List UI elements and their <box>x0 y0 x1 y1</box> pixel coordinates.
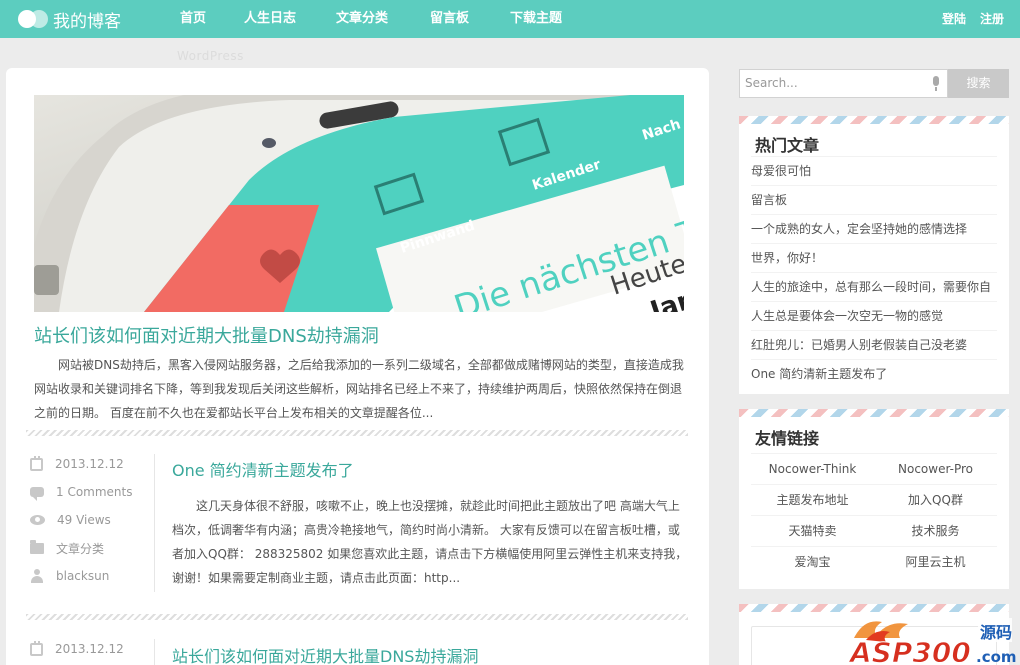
microphone-icon[interactable] <box>930 76 942 92</box>
meta-separator <box>154 639 155 665</box>
friend-link[interactable]: 阿里云主机 <box>874 546 997 577</box>
post-author[interactable]: blacksun <box>56 569 109 583</box>
search-button[interactable]: 搜索 <box>948 69 1009 98</box>
widget-stripe <box>739 116 1009 124</box>
main-content: Pinnwand Kalender Nach Die nächsten T He… <box>6 68 709 665</box>
friend-link[interactable]: Nocower-Pro <box>874 453 997 484</box>
post-category-row[interactable]: 文章分类 <box>30 534 150 562</box>
site-logo[interactable]: 我的博客 <box>18 7 121 32</box>
post-meta: 2013.12.12 <box>30 635 150 663</box>
friend-links-title: 友情链接 <box>755 429 820 448</box>
friend-links-widget: 友情链接 Nocower-Think Nocower-Pro 主题发布地址 加入… <box>739 409 1009 589</box>
friend-link[interactable]: 天猫特卖 <box>751 515 874 546</box>
nav-life-log[interactable]: 人生日志 <box>226 0 318 38</box>
nav-categories[interactable]: 文章分类 <box>318 0 412 38</box>
eye-icon <box>30 515 45 525</box>
featured-post-title[interactable]: 站长们该如何面对近期大批量DNS劫持漏洞 <box>34 322 379 348</box>
watermark-logo: ASP300 源码 .com <box>846 610 1020 665</box>
calendar-icon <box>30 455 43 471</box>
hot-post-item[interactable]: 红肚兜儿：已婚男人别老假装自己没老婆 <box>751 330 997 359</box>
site-title[interactable]: 我的博客 <box>53 7 121 32</box>
hot-post-item[interactable]: 人生的旅途中，总有那么一段时间，需要你自 <box>751 272 997 301</box>
hot-post-item[interactable]: One 简约清新主题发布了 <box>751 359 997 388</box>
featured-post-excerpt: 网站被DNS劫持后，黑客入侵网站服务器，之后给我添加的一系列二级域名，全部都做成… <box>34 358 684 420</box>
friend-link[interactable]: 技术服务 <box>874 515 997 546</box>
hot-post-item[interactable]: 人生总是要体会一次空无一物的感觉 <box>751 301 997 330</box>
top-navbar: 我的博客 首页 人生日志 文章分类 留言板 下载主题 登陆 注册 <box>0 0 1020 38</box>
register-link[interactable]: 注册 <box>980 0 1004 38</box>
watermark-tag: 源码 <box>980 623 1012 642</box>
hot-posts-widget: 热门文章 母爱很可怕 留言板 一个成熟的女人，定会坚持她的感情选择 世界，你好！… <box>739 116 1009 394</box>
post-date-row: 2013.12.12 <box>30 450 150 478</box>
post-meta: 2013.12.12 1 Comments 49 Views 文章分类 blac… <box>30 450 150 590</box>
watermark-brand: ASP300 <box>848 636 971 665</box>
friend-link[interactable]: 爱淘宝 <box>751 546 874 577</box>
friend-links-grid: Nocower-Think Nocower-Pro 主题发布地址 加入QQ群 天… <box>751 453 997 577</box>
post-divider <box>26 430 688 436</box>
watermark-domain: .com <box>976 648 1017 665</box>
post-comments[interactable]: 1 Comments <box>56 485 133 499</box>
search-input[interactable]: Search... <box>739 69 948 98</box>
featured-image[interactable]: Pinnwand Kalender Nach Die nächsten T He… <box>34 95 684 312</box>
friend-link[interactable]: 主题发布地址 <box>751 484 874 515</box>
nav-home[interactable]: 首页 <box>162 0 226 38</box>
post-category[interactable]: 文章分类 <box>56 540 104 557</box>
nav-download-theme[interactable]: 下载主题 <box>492 0 580 38</box>
post-author-row[interactable]: blacksun <box>30 562 150 590</box>
hot-post-item[interactable]: 一个成熟的女人，定会坚持她的感情选择 <box>751 214 997 243</box>
post-title[interactable]: One 简约清新主题发布了 <box>172 457 354 481</box>
auth-links: 登陆 注册 <box>942 0 1004 38</box>
user-icon <box>30 569 44 583</box>
post-date-row: 2013.12.12 <box>30 635 150 663</box>
post-title[interactable]: 站长们该如何面对近期大批量DNS劫持漏洞 <box>172 643 478 665</box>
nav-subtitle: WordPress <box>177 49 244 63</box>
post-views-row: 49 Views <box>30 506 150 534</box>
login-link[interactable]: 登陆 <box>942 0 966 38</box>
hot-post-item[interactable]: 世界，你好！ <box>751 243 997 272</box>
nav-guestbook[interactable]: 留言板 <box>412 0 492 38</box>
meta-separator <box>154 454 155 592</box>
hot-posts-title: 热门文章 <box>755 136 820 155</box>
friend-link[interactable]: Nocower-Think <box>751 453 874 484</box>
hot-post-item[interactable]: 母爱很可怕 <box>751 156 997 185</box>
post-date: 2013.12.12 <box>55 642 124 656</box>
post-divider <box>26 614 688 620</box>
post-views: 49 Views <box>57 513 111 527</box>
comment-icon <box>30 487 44 501</box>
post-excerpt: 这几天身体很不舒服，咳嗽不止，晚上也没摆摊，就趁此时间把此主题放出了吧 高端大气… <box>172 499 688 585</box>
friend-link[interactable]: 加入QQ群 <box>874 484 997 515</box>
widget-stripe <box>739 409 1009 417</box>
post-date: 2013.12.12 <box>55 457 124 471</box>
main-nav: 首页 人生日志 文章分类 留言板 下载主题 <box>162 0 580 38</box>
logo-icon <box>18 9 50 29</box>
post-comments-row[interactable]: 1 Comments <box>30 478 150 506</box>
hot-post-item[interactable]: 留言板 <box>751 185 997 214</box>
calendar-icon <box>30 640 43 656</box>
folder-icon <box>30 539 44 554</box>
